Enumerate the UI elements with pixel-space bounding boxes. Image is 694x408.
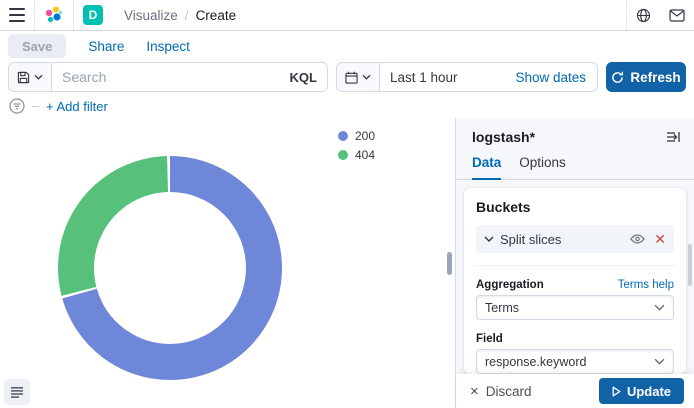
bucket-actions: ✕ <box>630 232 666 246</box>
save-button[interactable]: Save <box>8 34 66 58</box>
discard-label: Discard <box>486 384 532 399</box>
query-language-button[interactable]: KQL <box>280 70 327 85</box>
filter-dash <box>32 106 39 107</box>
field-label: Field <box>476 333 503 345</box>
space-switcher[interactable]: D <box>74 0 112 30</box>
editor-footer: × Discard Update <box>456 374 694 408</box>
chevron-down-icon <box>654 304 665 311</box>
help-globe-icon[interactable] <box>627 0 660 30</box>
chart-legend: 200 404 <box>338 129 375 162</box>
terms-help-link[interactable]: Terms help <box>618 279 674 291</box>
aggregation-value: Terms <box>485 301 519 315</box>
header-left: D Visualize / Create <box>0 0 236 30</box>
breadcrumb-visualize[interactable]: Visualize <box>124 8 178 23</box>
space-badge: D <box>83 5 103 25</box>
update-button[interactable]: Update <box>599 378 684 404</box>
collapse-panel-icon[interactable] <box>666 131 680 143</box>
split-slices-accordion[interactable]: Split slices ✕ <box>476 225 674 253</box>
aggregation-label: Aggregation <box>476 279 544 291</box>
share-button[interactable]: Share <box>88 39 124 54</box>
field-select[interactable]: response.keyword <box>476 349 674 374</box>
refresh-label: Refresh <box>630 70 680 85</box>
chevron-down-icon <box>484 236 494 242</box>
add-filter-button[interactable]: + Add filter <box>46 99 108 114</box>
query-bar: KQL Last 1 hour Show dates Refresh <box>0 61 694 94</box>
saved-query-menu[interactable] <box>9 63 52 91</box>
list-icon <box>11 387 23 398</box>
time-picker-group: Last 1 hour Show dates <box>336 62 598 92</box>
date-quick-select[interactable] <box>337 63 380 91</box>
inspect-button[interactable]: Inspect <box>146 39 190 54</box>
filter-bar: + Add filter <box>0 94 694 118</box>
kibana-visualize-app: D Visualize / Create Save Sha <box>0 0 694 408</box>
search-group: KQL <box>8 62 328 92</box>
calendar-icon <box>345 71 358 84</box>
index-pattern-title: logstash* <box>472 129 535 145</box>
legend-dot <box>338 131 348 141</box>
search-input[interactable] <box>52 69 280 85</box>
discard-button[interactable]: × Discard <box>470 383 532 400</box>
vis-editor-panel: logstash* Data Options Buckets Split sli… <box>455 118 694 408</box>
visualization-area: 200 404 <box>0 118 455 408</box>
menu-hamburger-icon[interactable] <box>0 0 34 30</box>
main-content: 200 404 logstash* Data Op <box>0 118 694 408</box>
legend-item-404[interactable]: 404 <box>338 148 375 162</box>
field-section: Field response.keyword <box>476 333 674 374</box>
breadcrumb-create: Create <box>196 8 237 23</box>
eye-icon[interactable] <box>630 234 645 244</box>
bucket-type-label: Split slices <box>500 232 561 247</box>
legend-label: 200 <box>355 129 375 143</box>
editor-scroll-area: Buckets Split slices ✕ <box>456 180 694 374</box>
mail-icon[interactable] <box>660 0 694 30</box>
legend-label: 404 <box>355 148 375 162</box>
panel-resize-handle[interactable] <box>447 252 452 275</box>
editor-tabs: Data Options <box>456 145 694 180</box>
filter-circle-icon[interactable] <box>9 98 25 114</box>
buckets-card: Buckets Split slices ✕ <box>464 188 686 374</box>
close-icon: × <box>470 383 479 400</box>
visualize-toolbar: Save Share Inspect <box>0 31 694 61</box>
chevron-down-icon <box>362 74 371 80</box>
remove-bucket-icon[interactable]: ✕ <box>654 232 666 246</box>
buckets-heading: Buckets <box>476 199 674 215</box>
elastic-logo-icon[interactable] <box>35 0 73 30</box>
legend-toggle-button[interactable] <box>4 379 30 405</box>
show-dates-button[interactable]: Show dates <box>515 70 597 85</box>
tab-options[interactable]: Options <box>519 155 566 179</box>
time-range-value[interactable]: Last 1 hour <box>390 70 458 85</box>
chevron-down-icon <box>34 74 43 80</box>
donut-chart[interactable] <box>0 118 455 408</box>
tab-data[interactable]: Data <box>472 155 501 180</box>
divider <box>474 265 676 266</box>
legend-item-200[interactable]: 200 <box>338 129 375 143</box>
top-header: D Visualize / Create <box>0 0 694 31</box>
chevron-down-icon <box>654 358 665 365</box>
header-right <box>626 0 694 30</box>
save-query-icon <box>17 71 30 84</box>
panel-header: logstash* <box>456 118 694 145</box>
panel-scrollbar[interactable] <box>688 244 692 286</box>
play-icon <box>612 386 621 397</box>
breadcrumb: Visualize / Create <box>124 8 236 23</box>
aggregation-section: Aggregation Terms help Terms <box>476 279 674 320</box>
update-label: Update <box>627 384 671 399</box>
legend-dot <box>338 150 348 160</box>
refresh-button[interactable]: Refresh <box>606 62 686 92</box>
aggregation-select[interactable]: Terms <box>476 295 674 320</box>
refresh-icon <box>611 71 624 84</box>
field-value: response.keyword <box>485 355 586 369</box>
breadcrumb-separator: / <box>185 8 189 23</box>
